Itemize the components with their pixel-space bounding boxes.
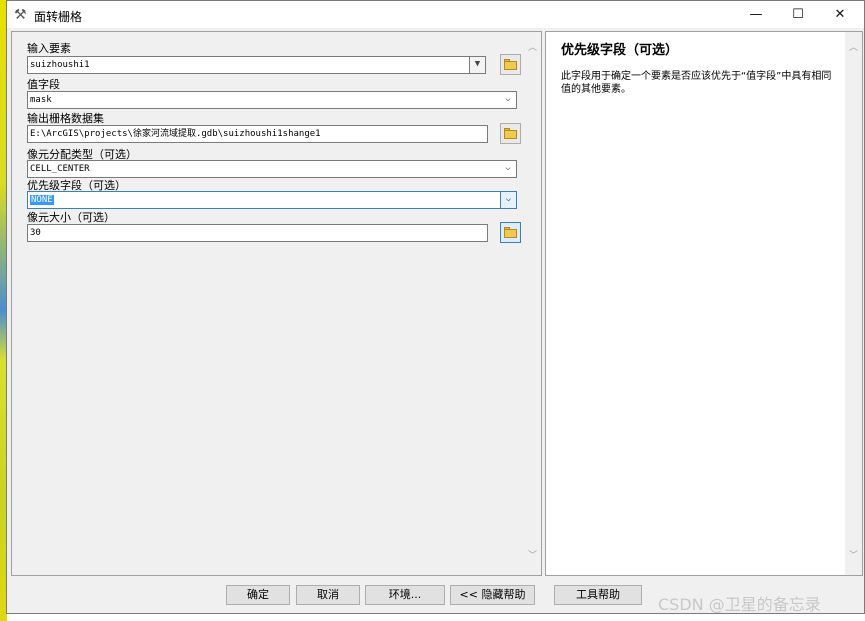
cancel-button[interactable]: 取消 <box>296 585 360 605</box>
browse-input-button[interactable] <box>500 54 521 75</box>
ok-button[interactable]: 确定 <box>226 585 290 605</box>
browse-cell-size-button[interactable] <box>500 222 521 243</box>
scroll-up-icon[interactable]: ︿ <box>524 40 541 57</box>
input-features-label: 输入要素 <box>27 42 71 55</box>
tool-help-button[interactable]: 工具帮助 <box>554 585 642 605</box>
chevron-down-icon[interactable]: ▼ <box>469 57 485 73</box>
close-button[interactable]: ✕ <box>819 1 861 28</box>
folder-icon <box>504 61 517 70</box>
hammer-icon: ⚒ <box>14 7 27 23</box>
cell-assignment-value: CELL_CENTER <box>30 164 90 174</box>
input-features-combo[interactable]: suizhoushi1 ▼ <box>27 56 486 74</box>
scroll-up-icon[interactable]: ︿ <box>845 40 862 57</box>
cell-size-input[interactable]: 30 <box>27 224 488 242</box>
chevron-down-icon[interactable]: ⌵ <box>500 161 516 177</box>
minimize-button[interactable]: — <box>735 1 777 28</box>
browse-output-button[interactable] <box>500 123 521 144</box>
scroll-down-icon[interactable]: ﹀ <box>845 548 862 565</box>
environments-button[interactable]: 环境... <box>365 585 445 605</box>
folder-icon <box>504 229 517 238</box>
value-field-label: 值字段 <box>27 78 60 91</box>
chevron-down-icon[interactable]: ⌵ <box>500 192 516 208</box>
cell-size-value: 30 <box>30 228 41 238</box>
output-raster-input[interactable]: E:\ArcGIS\projects\徐家河流域提取.gdb\suizhoush… <box>27 125 488 143</box>
output-raster-label: 输出栅格数据集 <box>27 112 104 125</box>
parameters-pane: 输入要素 suizhoushi1 ▼ 值字段 mask ⌵ 输出栅格数据集 E:… <box>11 31 542 576</box>
title-bar[interactable]: ⚒ 面转栅格 — ☐ ✕ <box>7 1 864 28</box>
scroll-down-icon[interactable]: ﹀ <box>524 548 541 565</box>
cell-size-label: 像元大小（可选） <box>27 211 115 224</box>
value-field-value: mask <box>30 95 52 105</box>
folder-icon <box>504 130 517 139</box>
output-raster-value: E:\ArcGIS\projects\徐家河流域提取.gdb\suizhoush… <box>30 129 321 139</box>
priority-field-value: NONE <box>30 195 54 205</box>
hide-help-button[interactable]: << 隐藏帮助 <box>450 585 535 605</box>
window-title: 面转栅格 <box>34 10 83 24</box>
help-scrollbar[interactable]: ︿ ﹀ <box>845 32 862 575</box>
watermark: CSDN @卫星的备忘录 <box>658 595 821 614</box>
cell-assignment-select[interactable]: CELL_CENTER ⌵ <box>27 160 517 178</box>
help-title: 优先级字段（可选） <box>561 43 679 58</box>
priority-field-select[interactable]: NONE ⌵ <box>27 191 517 209</box>
help-pane: 优先级字段（可选） 此字段用于确定一个要素是否应该优先于“值字段”中具有相同值的… <box>545 31 863 576</box>
parameters-scrollbar[interactable]: ︿ ﹀ <box>524 32 541 575</box>
maximize-button[interactable]: ☐ <box>777 1 819 28</box>
help-body: 此字段用于确定一个要素是否应该优先于“值字段”中具有相同值的其他要素。 <box>561 71 832 95</box>
chevron-down-icon[interactable]: ⌵ <box>500 92 516 108</box>
tool-dialog: ⚒ 面转栅格 — ☐ ✕ 输入要素 suizhoushi1 ▼ 值字段 mask… <box>6 0 865 614</box>
value-field-select[interactable]: mask ⌵ <box>27 91 517 109</box>
input-features-value: suizhoushi1 <box>30 60 90 70</box>
